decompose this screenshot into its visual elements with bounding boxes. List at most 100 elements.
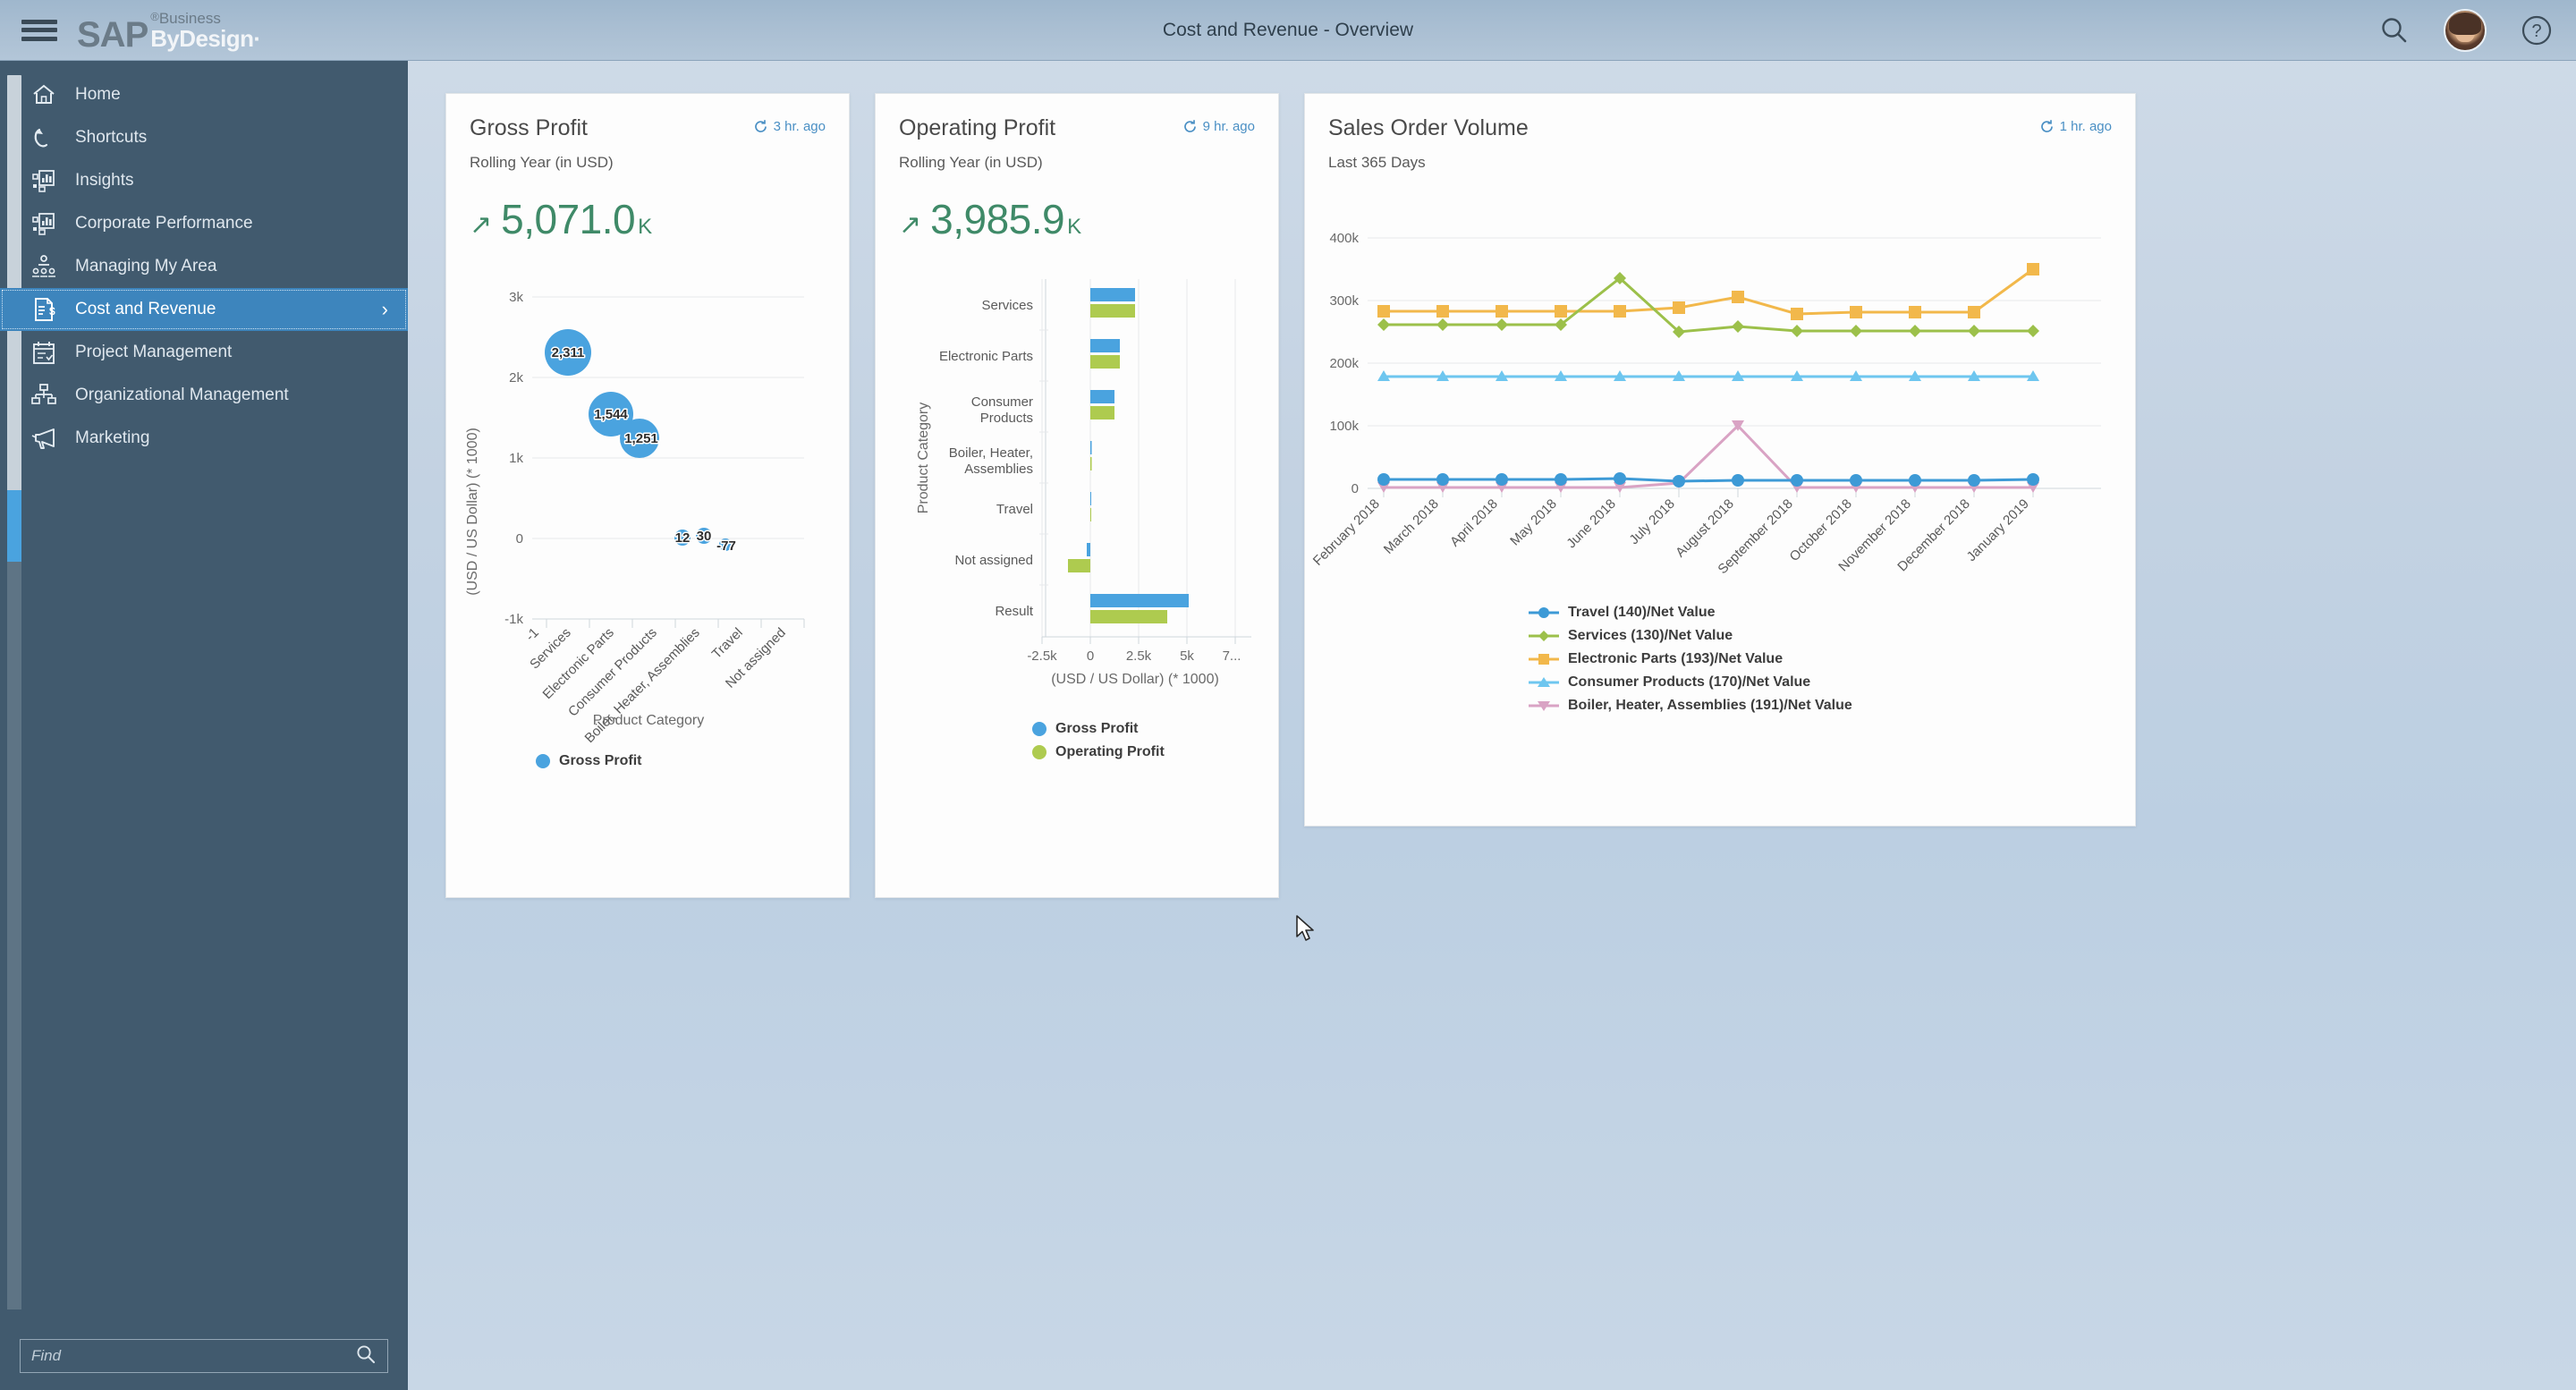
legend-item[interactable]: Gross Profit (536, 753, 641, 769)
managing-my-area-icon (29, 251, 59, 282)
sidebar-item-insights[interactable]: Insights (0, 159, 408, 202)
legend-label: Gross Profit (559, 753, 642, 768)
cost-and-revenue-icon: $ (29, 294, 59, 325)
legend-item[interactable]: Electronic Parts (193)/Net Value (1529, 651, 1783, 667)
bar-gross-profit[interactable] (1087, 543, 1090, 556)
legend-label: Electronic Parts (193)/Net Value (1568, 651, 1784, 666)
find-input[interactable] (31, 1347, 355, 1365)
x-tick-label: April 2018 (1447, 496, 1501, 550)
y-tick-label: 2k (509, 370, 523, 386)
operating-profit-y-axis-label: Product Category (916, 403, 931, 514)
bubble-value-label: -77 (716, 538, 736, 554)
gross-profit-kpi-value: 5,071.0 (501, 196, 636, 242)
bar-operating-profit[interactable] (1090, 508, 1091, 521)
legend-item[interactable]: Operating Profit (1032, 744, 1165, 760)
legend-label: Consumer Products (170)/Net Value (1568, 674, 1811, 690)
bar-gross-profit[interactable] (1090, 492, 1091, 505)
sidebar-item-corporate-performance[interactable]: Corporate Performance (0, 202, 408, 245)
marketing-icon (29, 423, 59, 453)
gross-profit-kpi: ↗ 5,071.0 K (446, 172, 849, 243)
x-tick-label: February 2018 (1310, 496, 1383, 569)
x-tick-label: 7... (1223, 648, 1241, 664)
gross-profit-bubble-chart[interactable]: 3k 2k 1k 0 -1k (USD / US Dollar) (* 1000… (446, 243, 851, 753)
corporate-performance-icon (29, 208, 59, 239)
legend-item[interactable]: Boiler, Heater, Assemblies (191)/Net Val… (1529, 698, 1852, 714)
legend-color-swatch (1529, 701, 1559, 711)
legend-item[interactable]: Gross Profit (1032, 721, 1138, 737)
y-tick-label: 3k (509, 290, 523, 305)
sales-order-volume-card-header: Sales Order Volume 1 hr. ago Last 365 Da… (1305, 94, 2135, 172)
bar-gross-profit[interactable] (1090, 594, 1189, 607)
bar-gross-profit[interactable] (1090, 339, 1120, 352)
gross-profit-refresh[interactable]: 3 hr. ago (753, 119, 826, 134)
line-services[interactable] (1384, 276, 2033, 334)
operating-profit-refresh[interactable]: 9 hr. ago (1182, 119, 1255, 134)
sidebar-item-project-management[interactable]: Project Management (0, 331, 408, 374)
sidebar-item-managing-my-area[interactable]: Managing My Area (0, 245, 408, 288)
x-axis-ticks (1383, 488, 2034, 497)
operating-profit-bar-chart[interactable]: Services Electronic Parts Consumer Produ… (876, 243, 1280, 753)
sidebar-item-home[interactable]: Home (0, 73, 408, 116)
sidebar-item-shortcuts[interactable]: Shortcuts (0, 116, 408, 159)
bar-operating-profit[interactable] (1090, 406, 1114, 420)
y-tick-label: 400k (1329, 231, 1359, 246)
sidebar-item-marketing[interactable]: Marketing (0, 417, 408, 460)
legend-item[interactable]: Consumer Products (170)/Net Value (1529, 674, 1810, 691)
legend-label: Travel (140)/Net Value (1568, 605, 1716, 620)
sales-order-volume-refresh[interactable]: 1 hr. ago (2039, 119, 2112, 134)
brand-registered-mark: ® (150, 9, 159, 23)
gross-profit-card[interactable]: Gross Profit 3 hr. ago Rolling Year (in … (445, 93, 850, 898)
bar-operating-profit[interactable] (1090, 304, 1135, 318)
bar-category-label: Travel (996, 502, 1033, 517)
operating-profit-subtitle: Rolling Year (in USD) (899, 154, 1043, 171)
top-header-bar: SAP ® Business ByDesign· Cost and Revenu… (0, 0, 2576, 61)
line-electronic-parts[interactable] (1384, 267, 2034, 316)
bar-gross-profit[interactable] (1090, 288, 1135, 301)
operating-profit-card[interactable]: Operating Profit 9 hr. ago Rolling Year … (875, 93, 1279, 898)
legend-item[interactable]: Services (130)/Net Value (1529, 628, 1733, 644)
sales-order-volume-refresh-label: 1 hr. ago (2059, 119, 2112, 134)
x-tick-label: January 2019 (1964, 496, 2032, 564)
refresh-icon (1183, 120, 1196, 132)
gross-profit-x-axis-label: Product Category (593, 713, 705, 728)
sidebar-item-label: Project Management (75, 343, 233, 361)
bar-category-label: Result (995, 604, 1033, 619)
line-travel[interactable] (1384, 477, 2034, 483)
search-icon[interactable] (2379, 15, 2410, 46)
legend-item[interactable]: Travel (140)/Net Value (1529, 605, 1716, 621)
avatar[interactable] (2444, 8, 2487, 52)
find-box[interactable] (20, 1339, 388, 1373)
x-tick-label: March 2018 (1381, 496, 1442, 557)
legend-color-swatch (536, 754, 550, 768)
bar-operating-profit[interactable] (1068, 559, 1090, 572)
sidebar-item-label: Cost and Revenue (75, 300, 216, 318)
help-icon[interactable]: ? (2521, 14, 2553, 47)
sidebar-item-cost-and-revenue[interactable]: $ Cost and Revenue › (0, 288, 408, 331)
bar-gross-profit[interactable] (1090, 390, 1114, 403)
sidebar-item-label: Shortcuts (75, 128, 148, 147)
legend-label: Gross Profit (1055, 721, 1139, 736)
x-tick-label: Travel (709, 625, 746, 662)
bar-category-label: Consumer (971, 394, 1033, 410)
sales-order-volume-card[interactable]: Sales Order Volume 1 hr. ago Last 365 Da… (1304, 93, 2136, 826)
operating-profit-legend: Gross Profit Operating Profit (876, 721, 1278, 760)
operating-profit-card-header: Operating Profit 9 hr. ago Rolling Year … (876, 94, 1278, 172)
sidebar-item-list: Home Shortcuts Insights Corporate Perfor… (0, 73, 408, 460)
y-tick-label: 200k (1329, 356, 1359, 371)
bar-operating-profit[interactable] (1090, 610, 1167, 623)
bar-operating-profit[interactable] (1090, 457, 1092, 470)
gross-profit-card-header: Gross Profit 3 hr. ago Rolling Year (in … (446, 94, 849, 172)
find-search-icon[interactable] (355, 1343, 377, 1369)
hamburger-menu-icon[interactable] (21, 17, 57, 44)
bubble-value-label: 2,311 (552, 345, 585, 360)
refresh-icon (754, 120, 767, 132)
x-tick-label: May 2018 (1507, 496, 1560, 549)
bar-gross-profit[interactable] (1090, 441, 1092, 454)
bar-operating-profit[interactable] (1090, 355, 1120, 369)
bar-category-label: Not assigned (954, 553, 1033, 568)
gross-profit-legend: Gross Profit (446, 753, 849, 769)
sidebar-item-organizational-management[interactable]: Organizational Management (0, 374, 408, 417)
operating-profit-kpi: ↗ 3,985.9 K (876, 172, 1278, 243)
y-tick-label: 0 (1352, 481, 1359, 496)
y-tick-label: 0 (516, 531, 523, 547)
